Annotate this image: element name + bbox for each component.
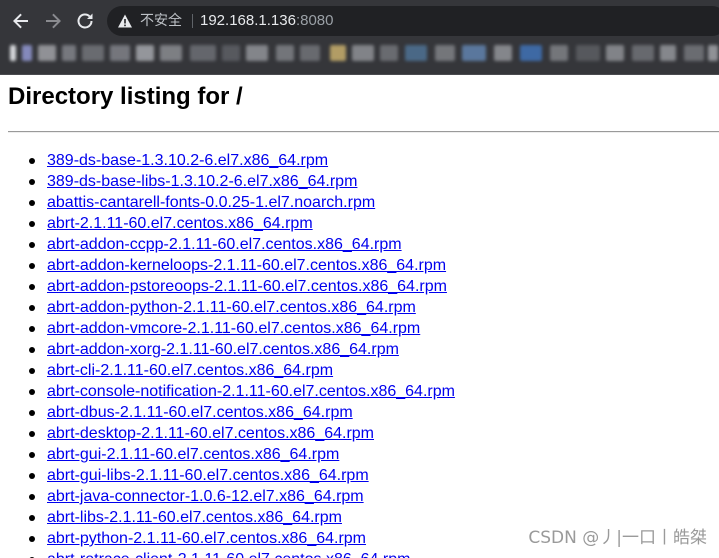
list-item: abrt-libs-2.1.11-60.el7.centos.x86_64.rp… bbox=[29, 507, 455, 528]
address-bar[interactable]: 不安全 192.168.1.136:8080 bbox=[107, 6, 719, 36]
page-title: Directory listing for / bbox=[8, 83, 243, 110]
file-link[interactable]: abrt-retrace-client-2.1.11-60.el7.centos… bbox=[47, 551, 410, 558]
security-status[interactable]: 不安全 bbox=[140, 13, 182, 29]
bookmark-item[interactable] bbox=[520, 45, 542, 61]
bookmark-item[interactable] bbox=[606, 45, 624, 61]
list-item: abrt-desktop-2.1.11-60.el7.centos.x86_64… bbox=[29, 423, 455, 444]
bookmark-item[interactable] bbox=[222, 45, 240, 61]
list-item: abrt-2.1.11-60.el7.centos.x86_64.rpm bbox=[29, 213, 455, 234]
bookmark-item[interactable] bbox=[160, 45, 182, 61]
list-item: abrt-addon-kerneloops-2.1.11-60.el7.cent… bbox=[29, 255, 455, 276]
bookmark-item[interactable] bbox=[246, 45, 268, 61]
arrow-right-icon bbox=[46, 13, 61, 29]
list-item: 389-ds-base-1.3.10.2-6.el7.x86_64.rpm bbox=[29, 150, 455, 171]
list-item: abrt-gui-2.1.11-60.el7.centos.x86_64.rpm bbox=[29, 444, 455, 465]
bookmark-item[interactable] bbox=[276, 45, 294, 61]
file-link[interactable]: abrt-desktop-2.1.11-60.el7.centos.x86_64… bbox=[47, 425, 374, 442]
bookmark-item[interactable] bbox=[38, 45, 56, 61]
list-item: abrt-addon-pstoreoops-2.1.11-60.el7.cent… bbox=[29, 276, 455, 297]
url-host: 192.168.1.136 bbox=[200, 12, 296, 29]
url-text[interactable]: 192.168.1.136:8080 bbox=[200, 12, 333, 30]
bookmark-item[interactable] bbox=[22, 45, 32, 61]
bookmark-item[interactable] bbox=[660, 45, 676, 61]
file-link[interactable]: 389-ds-base-libs-1.3.10.2-6.el7.x86_64.r… bbox=[47, 173, 357, 190]
reload-icon bbox=[77, 13, 93, 29]
divider bbox=[8, 131, 719, 133]
bookmark-item[interactable] bbox=[190, 45, 216, 61]
list-item: abrt-retrace-client-2.1.11-60.el7.centos… bbox=[29, 549, 455, 558]
file-link[interactable]: abrt-addon-python-2.1.11-60.el7.centos.x… bbox=[47, 299, 416, 316]
bookmark-item[interactable] bbox=[62, 45, 76, 61]
file-link[interactable]: abrt-dbus-2.1.11-60.el7.centos.x86_64.rp… bbox=[47, 404, 353, 421]
file-link[interactable]: abrt-addon-pstoreoops-2.1.11-60.el7.cent… bbox=[47, 278, 447, 295]
file-link[interactable]: abrt-java-connector-1.0.6-12.el7.x86_64.… bbox=[47, 488, 364, 505]
file-link[interactable]: abrt-gui-libs-2.1.11-60.el7.centos.x86_6… bbox=[47, 467, 369, 484]
url-port: :8080 bbox=[295, 12, 334, 29]
page-content: Directory listing for / 389-ds-base-1.3.… bbox=[0, 75, 719, 558]
file-link[interactable]: abrt-cli-2.1.11-60.el7.centos.x86_64.rpm bbox=[47, 362, 333, 379]
bookmark-item[interactable] bbox=[405, 45, 427, 61]
forward-button[interactable] bbox=[40, 8, 66, 34]
bookmark-item[interactable] bbox=[435, 45, 455, 61]
bookmark-item[interactable] bbox=[684, 45, 704, 61]
list-item: abrt-addon-ccpp-2.1.11-60.el7.centos.x86… bbox=[29, 234, 455, 255]
list-item: abrt-console-notification-2.1.11-60.el7.… bbox=[29, 381, 455, 402]
list-item: abrt-python-2.1.11-60.el7.centos.x86_64.… bbox=[29, 528, 455, 549]
list-item: 389-ds-base-libs-1.3.10.2-6.el7.x86_64.r… bbox=[29, 171, 455, 192]
list-item: abattis-cantarell-fonts-0.0.25-1.el7.noa… bbox=[29, 192, 455, 213]
omnibox-divider bbox=[192, 14, 193, 28]
file-list: 389-ds-base-1.3.10.2-6.el7.x86_64.rpm 389… bbox=[0, 150, 455, 558]
bookmark-item[interactable] bbox=[82, 45, 104, 61]
file-link[interactable]: 389-ds-base-1.3.10.2-6.el7.x86_64.rpm bbox=[47, 152, 328, 169]
bookmark-item[interactable] bbox=[550, 45, 568, 61]
file-link[interactable]: abrt-libs-2.1.11-60.el7.centos.x86_64.rp… bbox=[47, 509, 342, 526]
list-item: abrt-gui-libs-2.1.11-60.el7.centos.x86_6… bbox=[29, 465, 455, 486]
file-link[interactable]: abrt-addon-ccpp-2.1.11-60.el7.centos.x86… bbox=[47, 236, 402, 253]
bookmark-item[interactable] bbox=[494, 45, 512, 61]
list-item: abrt-addon-python-2.1.11-60.el7.centos.x… bbox=[29, 297, 455, 318]
file-link[interactable]: abrt-console-notification-2.1.11-60.el7.… bbox=[47, 383, 455, 400]
file-link[interactable]: abrt-python-2.1.11-60.el7.centos.x86_64.… bbox=[47, 530, 366, 547]
back-button[interactable] bbox=[8, 8, 34, 34]
file-link[interactable]: abrt-addon-vmcore-2.1.11-60.el7.centos.x… bbox=[47, 320, 420, 337]
list-item: abrt-java-connector-1.0.6-12.el7.x86_64.… bbox=[29, 486, 455, 507]
bookmark-item[interactable] bbox=[352, 45, 374, 61]
bookmark-item[interactable] bbox=[708, 45, 718, 61]
file-link[interactable]: abrt-gui-2.1.11-60.el7.centos.x86_64.rpm bbox=[47, 446, 339, 463]
bookmarks-bar bbox=[0, 40, 719, 75]
arrow-left-icon bbox=[13, 13, 28, 29]
warning-triangle-icon bbox=[118, 14, 132, 28]
bookmark-item[interactable] bbox=[462, 45, 486, 61]
list-item: abrt-cli-2.1.11-60.el7.centos.x86_64.rpm bbox=[29, 360, 455, 381]
bookmark-item[interactable] bbox=[300, 45, 320, 61]
bookmark-item[interactable] bbox=[10, 45, 16, 61]
file-link[interactable]: abattis-cantarell-fonts-0.0.25-1.el7.noa… bbox=[47, 194, 375, 211]
bookmark-item[interactable] bbox=[330, 45, 346, 61]
file-link[interactable]: abrt-addon-kerneloops-2.1.11-60.el7.cent… bbox=[47, 257, 446, 274]
file-link[interactable]: abrt-2.1.11-60.el7.centos.x86_64.rpm bbox=[47, 215, 313, 232]
watermark: CSDN @丿|一口丨皓桀 bbox=[528, 528, 707, 548]
bookmark-item[interactable] bbox=[576, 45, 600, 61]
browser-toolbar: 不安全 192.168.1.136:8080 bbox=[0, 0, 719, 40]
list-item: abrt-addon-vmcore-2.1.11-60.el7.centos.x… bbox=[29, 318, 455, 339]
list-item: abrt-addon-xorg-2.1.11-60.el7.centos.x86… bbox=[29, 339, 455, 360]
bookmark-item[interactable] bbox=[136, 45, 154, 61]
bookmark-item[interactable] bbox=[632, 45, 654, 61]
bookmark-item[interactable] bbox=[380, 45, 398, 61]
reload-button[interactable] bbox=[72, 8, 98, 34]
bookmark-item[interactable] bbox=[110, 45, 130, 61]
list-item: abrt-dbus-2.1.11-60.el7.centos.x86_64.rp… bbox=[29, 402, 455, 423]
file-link[interactable]: abrt-addon-xorg-2.1.11-60.el7.centos.x86… bbox=[47, 341, 399, 358]
